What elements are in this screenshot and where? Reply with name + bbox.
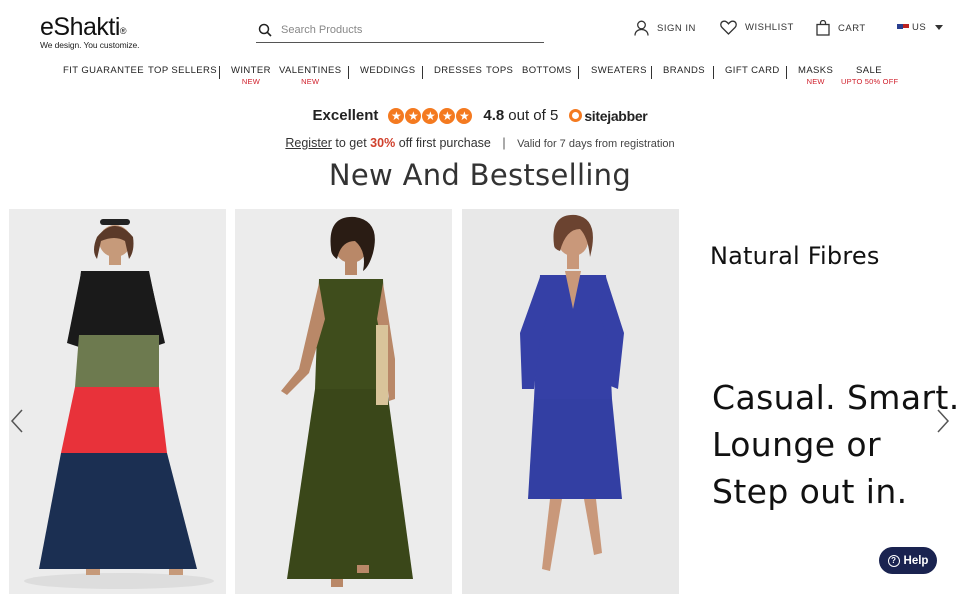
brand-name: eShakti (40, 13, 120, 41)
nav-top-sellers[interactable]: TOP SELLERS (148, 65, 217, 76)
product-card[interactable] (235, 209, 452, 594)
cart-label: CART (838, 22, 866, 34)
shopping-bag-icon (816, 20, 830, 36)
help-label: Help (903, 554, 929, 567)
nav-new-badge: NEW (241, 77, 260, 86)
star-icon: ★ (388, 107, 405, 124)
star-icon: ★ (456, 107, 473, 124)
product-image (462, 209, 679, 594)
page: eShakti® We design. You customize. SIGN … (0, 0, 960, 600)
section-title: New And Bestselling (328, 158, 632, 192)
banner-line: Casual. Smart. (712, 378, 960, 417)
sign-in-link[interactable]: SIGN IN (634, 20, 696, 36)
product-image (235, 209, 452, 594)
nav-weddings[interactable]: WEDDINGS (360, 65, 415, 76)
chevron-left-icon (10, 409, 23, 433)
nav-winter[interactable]: WINTER NEW (231, 65, 271, 86)
nav-divider (348, 66, 349, 79)
country-selector[interactable]: US (897, 22, 944, 33)
brand-logo[interactable]: eShakti® We design. You customize. (40, 14, 150, 50)
nav-divider (219, 66, 220, 79)
search-input[interactable] (281, 24, 531, 36)
banner-line: Step out in. (712, 472, 908, 511)
rating-stars: ★ ★ ★ ★ ★ (388, 107, 473, 124)
banner-title: Natural Fibres (710, 242, 880, 270)
sitejabber-logo: sitejabber (569, 108, 648, 124)
product-card[interactable] (462, 209, 679, 594)
nav-brands[interactable]: BRANDS (663, 65, 705, 76)
promo-divider: | (502, 136, 506, 150)
nav-fit-guarantee[interactable]: FIT GUARANTEE (63, 65, 144, 76)
promo-validity: Valid for 7 days from registration (517, 138, 675, 150)
chevron-down-icon (935, 25, 944, 30)
wishlist-link[interactable]: WISHLIST (720, 20, 794, 35)
nav-valentines[interactable]: VALENTINES NEW (279, 65, 341, 86)
banner-line: Lounge or (712, 425, 881, 464)
promo-to-get: to get (335, 136, 367, 150)
nav-new-badge: NEW (301, 77, 320, 86)
product-card[interactable] (9, 209, 226, 594)
nav-gift-card[interactable]: GIFT CARD (725, 65, 780, 76)
promo-rest: off first purchase (398, 136, 491, 150)
search-icon[interactable] (258, 23, 272, 37)
rating-bar[interactable]: Excellent ★ ★ ★ ★ ★ 4.8 out of 5 sitejab… (0, 107, 960, 124)
register-link[interactable]: Register (285, 136, 332, 150)
star-icon: ★ (439, 107, 456, 124)
nav-tops[interactable]: TOPS (486, 65, 513, 76)
country-label: US (912, 22, 927, 33)
product-image (9, 209, 226, 594)
rating-label: Excellent (312, 107, 379, 124)
brand-tagline: We design. You customize. (40, 40, 140, 50)
help-button[interactable]: ? Help (879, 547, 937, 574)
nav-divider (651, 66, 652, 79)
star-icon: ★ (405, 107, 422, 124)
nav-bottoms[interactable]: BOTTOMS (522, 65, 572, 76)
user-icon (634, 20, 649, 36)
cart-link[interactable]: CART (816, 20, 866, 36)
carousel-prev-button[interactable] (10, 408, 24, 439)
nav-divider (713, 66, 714, 79)
rating-out-of: out of 5 (508, 107, 559, 124)
nav-sweaters[interactable]: SWEATERS (591, 65, 647, 76)
rating-score: 4.8 (483, 107, 505, 124)
star-icon: ★ (422, 107, 439, 124)
heart-icon (720, 20, 737, 35)
nav-sale[interactable]: SALE UPTO 50% OFF (841, 65, 899, 86)
main-nav: FIT GUARANTEE TOP SELLERS WINTER NEW VALE… (0, 65, 960, 89)
nav-divider (578, 66, 579, 79)
nav-masks[interactable]: MASKS NEW (798, 65, 833, 86)
question-icon: ? (887, 554, 900, 567)
nav-divider (786, 66, 787, 79)
us-flag-icon (897, 23, 909, 32)
promo-percent: 30% (370, 136, 396, 150)
nav-new-badge: NEW (806, 77, 825, 86)
nav-dresses[interactable]: DRESSES (434, 65, 482, 76)
wishlist-label: WISHLIST (745, 22, 794, 33)
search-bar (256, 18, 544, 43)
sitejabber-icon (569, 109, 583, 122)
promo-line: Register to get 30% off first purchase |… (0, 136, 960, 150)
sign-in-label: SIGN IN (657, 22, 696, 34)
nav-divider (422, 66, 423, 79)
nav-sale-badge: UPTO 50% OFF (841, 77, 899, 86)
